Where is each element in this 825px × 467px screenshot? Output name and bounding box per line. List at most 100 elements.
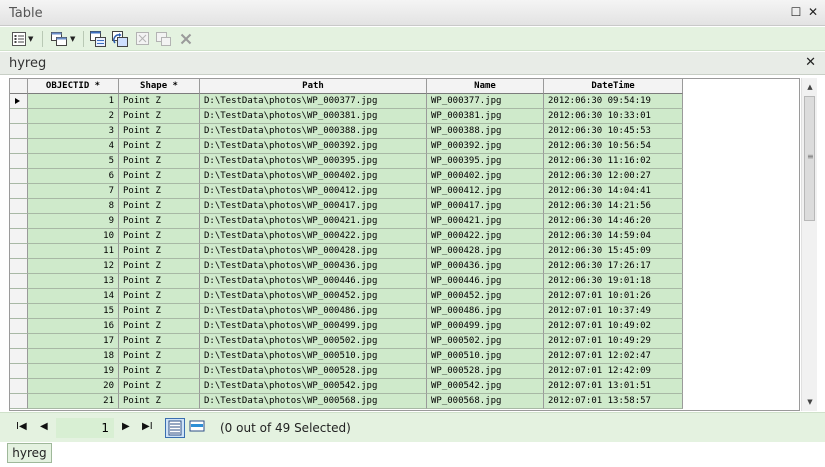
path-cell[interactable]: D:\TestData\photos\WP_000377.jpg bbox=[200, 94, 427, 109]
table-row[interactable]: 4 Point Z D:\TestData\photos\WP_000392.jpg… bbox=[10, 139, 684, 154]
table-row[interactable]: 6 Point Z D:\TestData\photos\WP_000402.jpg… bbox=[10, 169, 684, 184]
path-cell[interactable]: D:\TestData\photos\WP_000528.jpg bbox=[200, 364, 427, 379]
zoom-to-selected-button[interactable] bbox=[156, 30, 172, 48]
objectid-cell[interactable]: 16 bbox=[28, 319, 119, 334]
table-row[interactable]: 7 Point Z D:\TestData\photos\WP_000412.jpg… bbox=[10, 184, 684, 199]
row-selector[interactable] bbox=[10, 394, 28, 409]
row-selector[interactable] bbox=[10, 169, 28, 184]
datetime-cell[interactable]: 2012:07:01 12:42:09 bbox=[544, 364, 683, 379]
scroll-thumb[interactable]: ≡ bbox=[804, 96, 815, 221]
name-cell[interactable]: WP_000486.jpg bbox=[427, 304, 544, 319]
name-cell[interactable]: WP_000452.jpg bbox=[427, 289, 544, 304]
name-cell[interactable]: WP_000402.jpg bbox=[427, 169, 544, 184]
name-cell[interactable]: WP_000446.jpg bbox=[427, 274, 544, 289]
name-cell[interactable]: WP_000436.jpg bbox=[427, 259, 544, 274]
row-selector[interactable] bbox=[10, 304, 28, 319]
switch-selection-button[interactable] bbox=[112, 30, 128, 48]
objectid-cell[interactable]: 7 bbox=[28, 184, 119, 199]
path-cell[interactable]: D:\TestData\photos\WP_000417.jpg bbox=[200, 199, 427, 214]
path-cell[interactable]: D:\TestData\photos\WP_000412.jpg bbox=[200, 184, 427, 199]
path-cell[interactable]: D:\TestData\photos\WP_000381.jpg bbox=[200, 109, 427, 124]
previous-record-button[interactable]: ◀ bbox=[40, 421, 48, 432]
table-row[interactable]: 8 Point Z D:\TestData\photos\WP_000417.jpg… bbox=[10, 199, 684, 214]
datetime-cell[interactable]: 2012:06:30 15:45:09 bbox=[544, 244, 683, 259]
row-selector[interactable] bbox=[10, 109, 28, 124]
table-row[interactable]: 15 Point Z D:\TestData\photos\WP_000486.jp… bbox=[10, 304, 684, 319]
path-cell[interactable]: D:\TestData\photos\WP_000502.jpg bbox=[200, 334, 427, 349]
clear-selection-button[interactable] bbox=[136, 30, 150, 48]
row-selector[interactable] bbox=[10, 184, 28, 199]
datetime-cell[interactable]: 2012:06:30 12:00:27 bbox=[544, 169, 683, 184]
shape-cell[interactable]: Point Z bbox=[119, 334, 200, 349]
table-row[interactable]: 13 Point Z D:\TestData\photos\WP_000446.jp… bbox=[10, 274, 684, 289]
shape-cell[interactable]: Point Z bbox=[119, 169, 200, 184]
vertical-scrollbar[interactable]: ▲ ≡ ▼ bbox=[801, 78, 817, 411]
name-cell[interactable]: WP_000499.jpg bbox=[427, 319, 544, 334]
shape-cell[interactable]: Point Z bbox=[119, 319, 200, 334]
path-cell[interactable]: D:\TestData\photos\WP_000388.jpg bbox=[200, 124, 427, 139]
first-record-button[interactable]: I◀ bbox=[16, 421, 27, 432]
name-cell[interactable]: WP_000528.jpg bbox=[427, 364, 544, 379]
datetime-cell[interactable]: 2012:06:30 19:01:18 bbox=[544, 274, 683, 289]
shape-cell[interactable]: Point Z bbox=[119, 139, 200, 154]
path-cell[interactable]: D:\TestData\photos\WP_000428.jpg bbox=[200, 244, 427, 259]
last-record-button[interactable]: ▶I bbox=[142, 421, 153, 432]
name-cell[interactable]: WP_000377.jpg bbox=[427, 94, 544, 109]
path-cell[interactable]: D:\TestData\photos\WP_000402.jpg bbox=[200, 169, 427, 184]
show-selected-records-button[interactable] bbox=[188, 418, 208, 438]
table-row[interactable]: 5 Point Z D:\TestData\photos\WP_000395.jpg… bbox=[10, 154, 684, 169]
datetime-cell[interactable]: 2012:06:30 10:33:01 bbox=[544, 109, 683, 124]
table-row[interactable]: 14 Point Z D:\TestData\photos\WP_000452.jp… bbox=[10, 289, 684, 304]
row-selector[interactable] bbox=[10, 274, 28, 289]
table-row[interactable]: 9 Point Z D:\TestData\photos\WP_000421.jpg… bbox=[10, 214, 684, 229]
path-cell[interactable]: D:\TestData\photos\WP_000568.jpg bbox=[200, 394, 427, 409]
name-cell[interactable]: WP_000388.jpg bbox=[427, 124, 544, 139]
table-row[interactable]: 20 Point Z D:\TestData\photos\WP_000542.jp… bbox=[10, 379, 684, 394]
name-cell[interactable]: WP_000428.jpg bbox=[427, 244, 544, 259]
objectid-cell[interactable]: 8 bbox=[28, 199, 119, 214]
objectid-cell[interactable]: 11 bbox=[28, 244, 119, 259]
table-row[interactable]: 10 Point Z D:\TestData\photos\WP_000422.jp… bbox=[10, 229, 684, 244]
table-row[interactable]: 18 Point Z D:\TestData\photos\WP_000510.jp… bbox=[10, 349, 684, 364]
datetime-cell[interactable]: 2012:06:30 10:56:54 bbox=[544, 139, 683, 154]
shape-cell[interactable]: Point Z bbox=[119, 274, 200, 289]
objectid-cell[interactable]: 1 bbox=[28, 94, 119, 109]
datetime-cell[interactable]: 2012:07:01 10:01:26 bbox=[544, 289, 683, 304]
objectid-cell[interactable]: 9 bbox=[28, 214, 119, 229]
datetime-cell[interactable]: 2012:06:30 09:54:19 bbox=[544, 94, 683, 109]
row-selector[interactable] bbox=[10, 199, 28, 214]
table-row[interactable]: 17 Point Z D:\TestData\photos\WP_000502.jp… bbox=[10, 334, 684, 349]
table-row[interactable]: 16 Point Z D:\TestData\photos\WP_000499.jp… bbox=[10, 319, 684, 334]
row-selector[interactable] bbox=[10, 379, 28, 394]
path-cell[interactable]: D:\TestData\photos\WP_000392.jpg bbox=[200, 139, 427, 154]
column-header-datetime[interactable]: DateTime bbox=[544, 79, 683, 94]
datetime-cell[interactable]: 2012:07:01 10:49:02 bbox=[544, 319, 683, 334]
name-cell[interactable]: WP_000502.jpg bbox=[427, 334, 544, 349]
shape-cell[interactable]: Point Z bbox=[119, 349, 200, 364]
path-cell[interactable]: D:\TestData\photos\WP_000486.jpg bbox=[200, 304, 427, 319]
shape-cell[interactable]: Point Z bbox=[119, 229, 200, 244]
path-cell[interactable]: D:\TestData\photos\WP_000452.jpg bbox=[200, 289, 427, 304]
path-cell[interactable]: D:\TestData\photos\WP_000422.jpg bbox=[200, 229, 427, 244]
row-selector[interactable] bbox=[10, 154, 28, 169]
datetime-cell[interactable]: 2012:06:30 14:04:41 bbox=[544, 184, 683, 199]
column-header-objectid[interactable]: OBJECTID * bbox=[28, 79, 119, 94]
row-selector[interactable] bbox=[10, 319, 28, 334]
datetime-cell[interactable]: 2012:07:01 13:58:57 bbox=[544, 394, 683, 409]
shape-cell[interactable]: Point Z bbox=[119, 244, 200, 259]
name-cell[interactable]: WP_000417.jpg bbox=[427, 199, 544, 214]
objectid-cell[interactable]: 13 bbox=[28, 274, 119, 289]
path-cell[interactable]: D:\TestData\photos\WP_000499.jpg bbox=[200, 319, 427, 334]
column-header-name[interactable]: Name bbox=[427, 79, 544, 94]
show-all-records-button[interactable] bbox=[165, 418, 185, 438]
shape-cell[interactable]: Point Z bbox=[119, 199, 200, 214]
objectid-cell[interactable]: 6 bbox=[28, 169, 119, 184]
path-cell[interactable]: D:\TestData\photos\WP_000446.jpg bbox=[200, 274, 427, 289]
row-selector-header[interactable] bbox=[10, 79, 28, 94]
shape-cell[interactable]: Point Z bbox=[119, 304, 200, 319]
name-cell[interactable]: WP_000381.jpg bbox=[427, 109, 544, 124]
attribute-table-grid[interactable]: OBJECTID * Shape * Path Name DateTime 1P… bbox=[9, 78, 800, 411]
table-row[interactable]: 2 Point Z D:\TestData\photos\WP_000381.jpg… bbox=[10, 109, 684, 124]
datetime-cell[interactable]: 2012:07:01 10:49:29 bbox=[544, 334, 683, 349]
objectid-cell[interactable]: 12 bbox=[28, 259, 119, 274]
